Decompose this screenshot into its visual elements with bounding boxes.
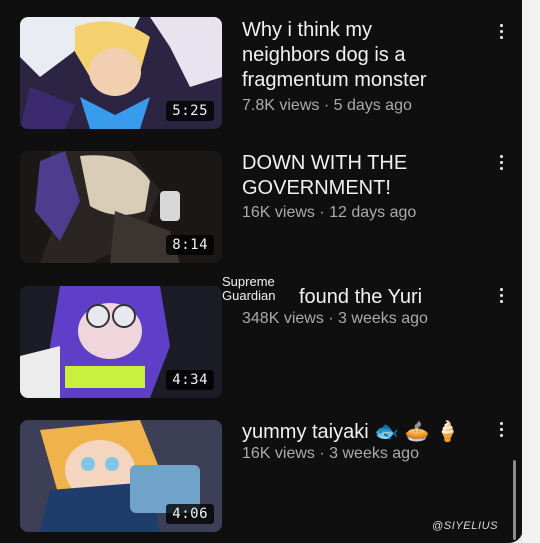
video-duration: 8:14: [166, 235, 214, 255]
page-margin: [522, 0, 540, 543]
title-line: yummy taiyaki 🐟 🥧 🍦: [242, 421, 461, 443]
tag-line: Guardian: [222, 288, 276, 303]
video-title[interactable]: found the Yuri: [299, 285, 422, 310]
upload-age: 5 days ago: [333, 97, 412, 114]
vertical-ellipsis-icon[interactable]: [492, 418, 510, 442]
meta-separator: ·: [314, 204, 330, 221]
view-count: 16K views: [242, 445, 315, 462]
video-list-screen: 5:25 Why i think my neighbors dog is a f…: [0, 0, 523, 543]
video-title[interactable]: Why i think my neighbors dog is a fragme…: [242, 18, 482, 93]
title-line: DOWN WITH THE: [242, 152, 408, 174]
title-tag: Supreme Guardian: [222, 275, 275, 303]
vertical-ellipsis-icon[interactable]: [492, 20, 510, 44]
title-line: GOVERNMENT!: [242, 177, 391, 199]
upload-age: 12 days ago: [329, 204, 417, 221]
view-count: 16K views: [242, 204, 315, 221]
view-count: 7.8K views: [242, 97, 320, 114]
meta-separator: ·: [314, 445, 330, 462]
upload-age: 3 weeks ago: [338, 310, 428, 327]
video-meta: 16K views · 12 days ago: [242, 203, 416, 223]
video-thumbnail[interactable]: 4:34: [20, 286, 222, 398]
scrollbar[interactable]: [513, 460, 516, 540]
video-title[interactable]: DOWN WITH THE GOVERNMENT!: [242, 151, 482, 201]
video-duration: 4:34: [166, 370, 214, 390]
video-item[interactable]: 5:25 Why i think my neighbors dog is a f…: [0, 14, 522, 134]
video-meta: 7.8K views · 5 days ago: [242, 96, 412, 116]
vertical-ellipsis-icon[interactable]: [492, 151, 510, 175]
video-duration: 4:06: [166, 504, 214, 524]
video-meta: 348K views · 3 weeks ago: [242, 309, 428, 329]
upload-age: 3 weeks ago: [329, 445, 419, 462]
vertical-ellipsis-icon[interactable]: [492, 284, 510, 308]
video-thumbnail[interactable]: 4:06: [20, 420, 222, 532]
title-line: Why i think my: [242, 19, 373, 41]
video-title[interactable]: yummy taiyaki 🐟 🥧 🍦: [242, 420, 492, 445]
video-item[interactable]: 8:14 DOWN WITH THE GOVERNMENT! 16K views…: [0, 149, 522, 269]
video-thumbnail[interactable]: 5:25: [20, 17, 222, 129]
meta-separator: ·: [323, 310, 339, 327]
tag-line: Supreme: [222, 274, 275, 289]
video-meta: 16K views · 3 weeks ago: [242, 444, 419, 464]
video-thumbnail[interactable]: 8:14: [20, 151, 222, 263]
video-duration: 5:25: [166, 101, 214, 121]
artist-watermark: @SIYELIUS: [432, 520, 499, 532]
view-count: 348K views: [242, 310, 324, 327]
title-line: fragmentum monster: [242, 69, 427, 91]
title-line: neighbors dog is a: [242, 44, 406, 66]
meta-separator: ·: [319, 97, 334, 114]
